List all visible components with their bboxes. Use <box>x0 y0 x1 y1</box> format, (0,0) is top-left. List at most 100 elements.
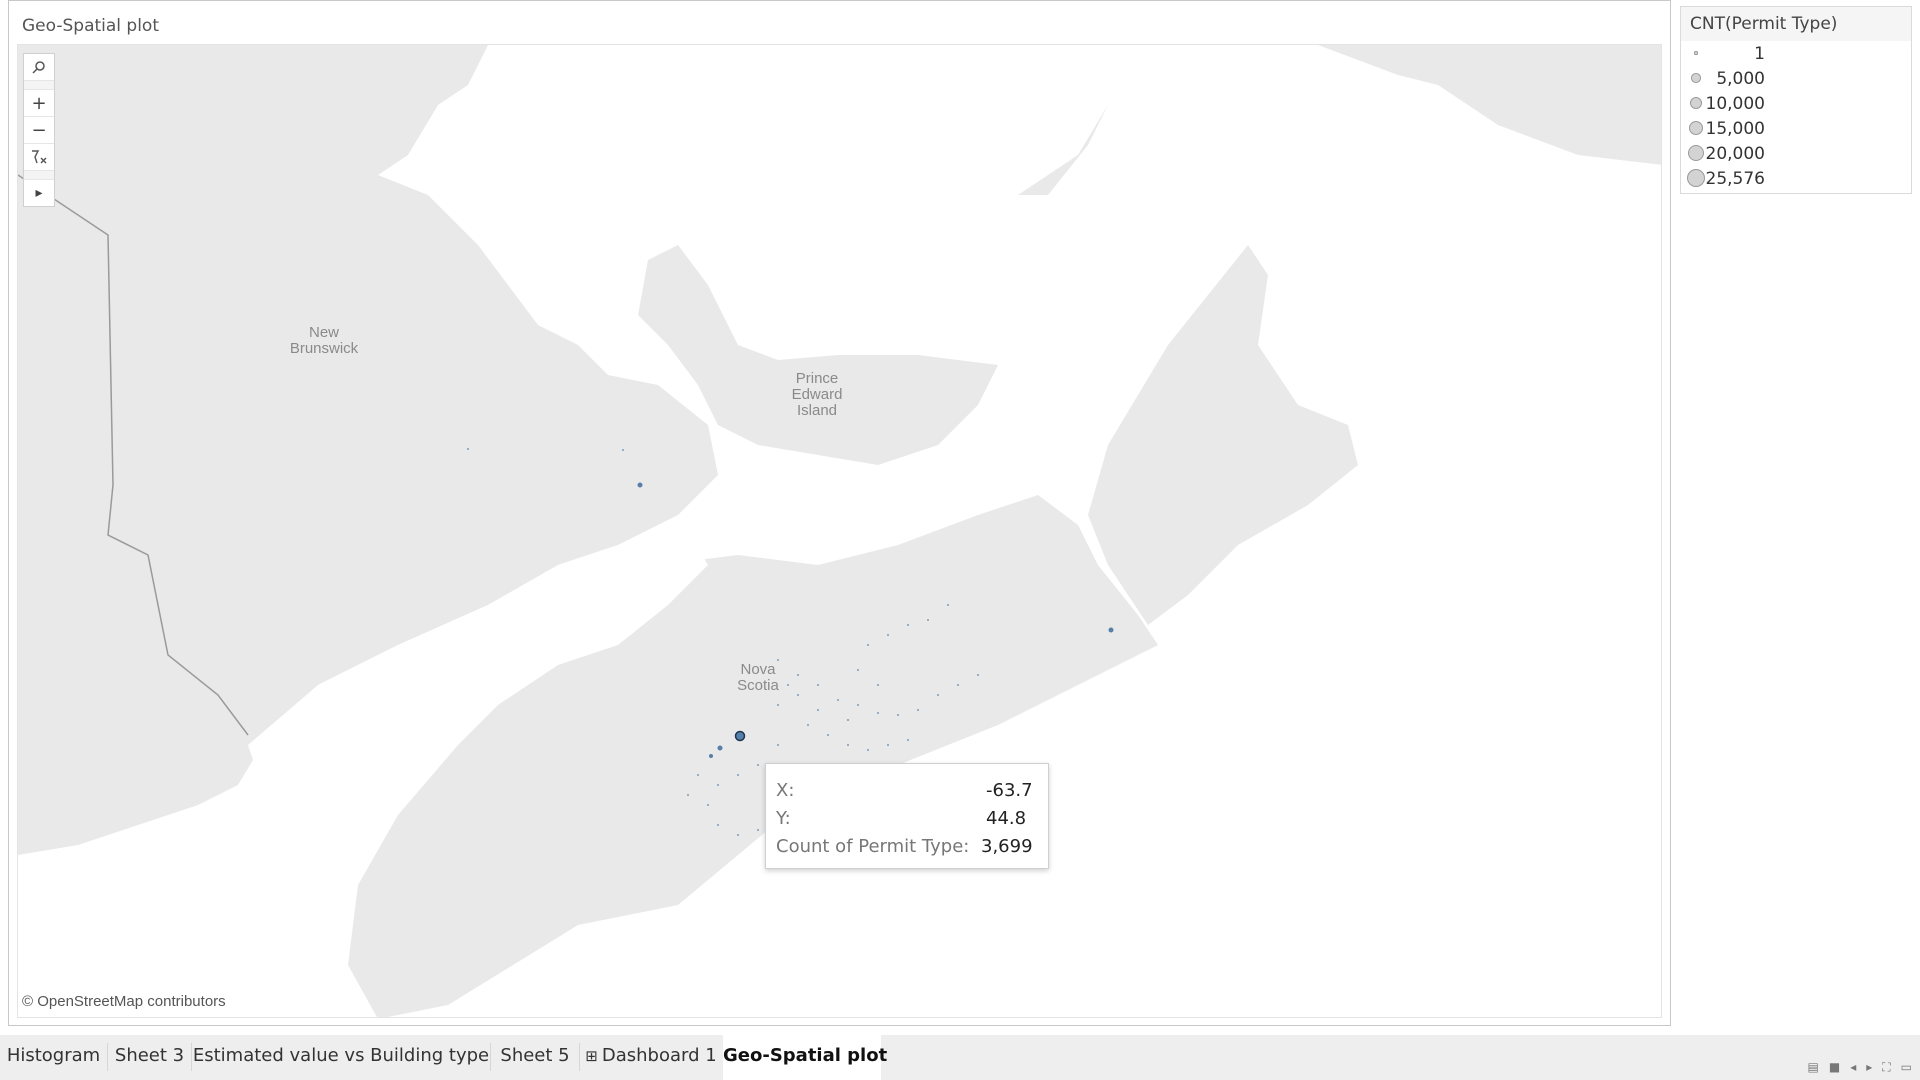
legend-label: 1 <box>1754 44 1765 64</box>
expand-toolbar-icon[interactable]: ▸ <box>24 180 54 206</box>
tooltip-x-label: X: <box>776 779 795 801</box>
data-marker[interactable] <box>887 634 889 636</box>
data-marker[interactable] <box>957 684 959 686</box>
filmstrip-view-icon[interactable]: ■ <box>1829 1060 1840 1075</box>
data-marker[interactable] <box>757 764 759 766</box>
tab-label: Estimated value vs Building type <box>192 1045 490 1066</box>
legend-label: 20,000 <box>1705 144 1765 164</box>
map-toolbar: + − ▸ <box>23 53 55 207</box>
grid-view-icon[interactable]: ▤ <box>1808 1060 1819 1075</box>
land-newfoundland <box>1418 45 1661 165</box>
data-marker[interactable] <box>857 669 859 671</box>
legend-item[interactable]: 1 <box>1681 41 1911 66</box>
place-label: Scotia <box>737 677 779 694</box>
data-marker[interactable] <box>787 684 789 686</box>
data-marker[interactable] <box>777 744 779 746</box>
data-marker[interactable] <box>907 739 909 741</box>
data-marker[interactable] <box>817 709 819 711</box>
place-label: Island <box>797 402 837 419</box>
tab-histogram[interactable]: Histogram <box>0 1035 107 1080</box>
data-marker[interactable] <box>717 745 723 751</box>
fullscreen-icon[interactable]: ⛶ <box>1882 1060 1890 1075</box>
data-marker[interactable] <box>737 834 739 836</box>
legend-label: 25,576 <box>1705 169 1765 189</box>
tab-label: Histogram <box>6 1045 101 1066</box>
legend-item[interactable]: 15,000 <box>1681 116 1911 141</box>
tooltip-count-label: Count of Permit Type: <box>776 835 970 857</box>
tab-sheet-5[interactable]: Sheet 5 <box>491 1035 579 1080</box>
tooltip-count-value: 3,699 <box>981 835 1033 857</box>
data-marker[interactable] <box>847 719 849 721</box>
tab-label: Sheet 5 <box>500 1045 570 1066</box>
data-marker[interactable] <box>937 694 939 696</box>
legend-label: 15,000 <box>1705 119 1765 139</box>
data-marker[interactable] <box>877 684 879 686</box>
data-marker[interactable] <box>847 744 849 746</box>
data-marker[interactable] <box>867 644 869 646</box>
place-label: Prince <box>796 370 839 387</box>
tooltip-row-count: Count of Permit Type: 3,699 <box>776 832 1038 860</box>
legend-item[interactable]: 5,000 <box>1681 66 1911 91</box>
land-cape-breton <box>1088 245 1358 625</box>
data-marker[interactable] <box>777 659 779 661</box>
map-canvas[interactable]: NewBrunswick PrinceEdwardIsland NovaScotia <box>18 45 1662 1018</box>
tab-estimated-value-vs-building-type[interactable]: Estimated value vs Building type <box>192 1035 490 1080</box>
data-marker[interactable] <box>467 448 469 450</box>
legend-title: CNT(Permit Type) <box>1681 7 1911 41</box>
next-sheet-icon[interactable]: ▸ <box>1866 1060 1872 1075</box>
data-marker[interactable] <box>867 749 869 751</box>
data-marker[interactable] <box>807 724 809 726</box>
reset-map-icon[interactable] <box>24 144 54 171</box>
data-marker[interactable] <box>737 774 739 776</box>
data-marker[interactable] <box>697 774 699 776</box>
legend-item[interactable]: 20,000 <box>1681 141 1911 166</box>
legend-item[interactable]: 25,576 <box>1681 166 1911 191</box>
data-marker[interactable] <box>757 829 759 831</box>
tab-dashboard-1[interactable]: ⊞ Dashboard 1 <box>580 1035 722 1080</box>
selected-marker[interactable] <box>734 730 746 742</box>
data-marker[interactable] <box>709 754 713 758</box>
data-marker[interactable] <box>947 604 949 606</box>
toolbar-divider <box>24 81 54 90</box>
tooltip-y-label: Y: <box>776 807 791 829</box>
data-marker[interactable] <box>777 704 779 706</box>
zoom-in-button[interactable]: + <box>24 90 54 117</box>
data-marker[interactable] <box>887 744 889 746</box>
data-marker[interactable] <box>897 714 899 716</box>
data-marker[interactable] <box>827 734 829 736</box>
zoom-out-button[interactable]: − <box>24 117 54 144</box>
data-marker[interactable] <box>637 482 643 488</box>
data-marker[interactable] <box>797 674 799 676</box>
sheet-title: Geo-Spatial plot <box>22 16 159 36</box>
data-marker[interactable] <box>817 684 819 686</box>
data-marker[interactable] <box>717 824 719 826</box>
data-marker[interactable] <box>837 699 839 701</box>
search-icon[interactable] <box>24 54 54 81</box>
data-marker[interactable] <box>797 694 799 696</box>
data-marker[interactable] <box>857 704 859 706</box>
data-marker[interactable] <box>622 449 624 451</box>
data-marker[interactable] <box>927 619 929 621</box>
place-label: Edward <box>792 386 843 403</box>
data-marker[interactable] <box>907 624 909 626</box>
data-marker[interactable] <box>687 794 689 796</box>
land-anticosti <box>1018 105 1108 195</box>
presentation-icon[interactable]: ▭ <box>1901 1060 1912 1075</box>
data-marker[interactable] <box>717 784 719 786</box>
tab-sheet-3[interactable]: Sheet 3 <box>108 1035 191 1080</box>
data-marker[interactable] <box>1108 627 1114 633</box>
tooltip-row-y: Y: 44.8 <box>776 804 1038 832</box>
map-view[interactable]: New Brunswick Prince Edward Island Nova Scotia <box>17 44 1662 1018</box>
place-label: Nova <box>740 661 776 678</box>
map-attribution[interactable]: © OpenStreetMap contributors <box>22 993 226 1010</box>
dashboard-icon: ⊞ <box>585 1047 598 1065</box>
data-marker[interactable] <box>707 804 709 806</box>
data-marker[interactable] <box>917 709 919 711</box>
data-marker[interactable] <box>877 712 879 714</box>
legend-item[interactable]: 10,000 <box>1681 91 1911 116</box>
legend-items: 1 5,000 10,000 15,000 20,000 25,576 <box>1681 41 1911 191</box>
data-marker[interactable] <box>977 674 979 676</box>
previous-sheet-icon[interactable]: ◂ <box>1850 1060 1856 1075</box>
tab-geo-spatial-plot[interactable]: Geo-Spatial plot <box>723 1035 887 1080</box>
size-legend[interactable]: CNT(Permit Type) 1 5,000 10,000 15,000 20,00… <box>1680 6 1912 194</box>
